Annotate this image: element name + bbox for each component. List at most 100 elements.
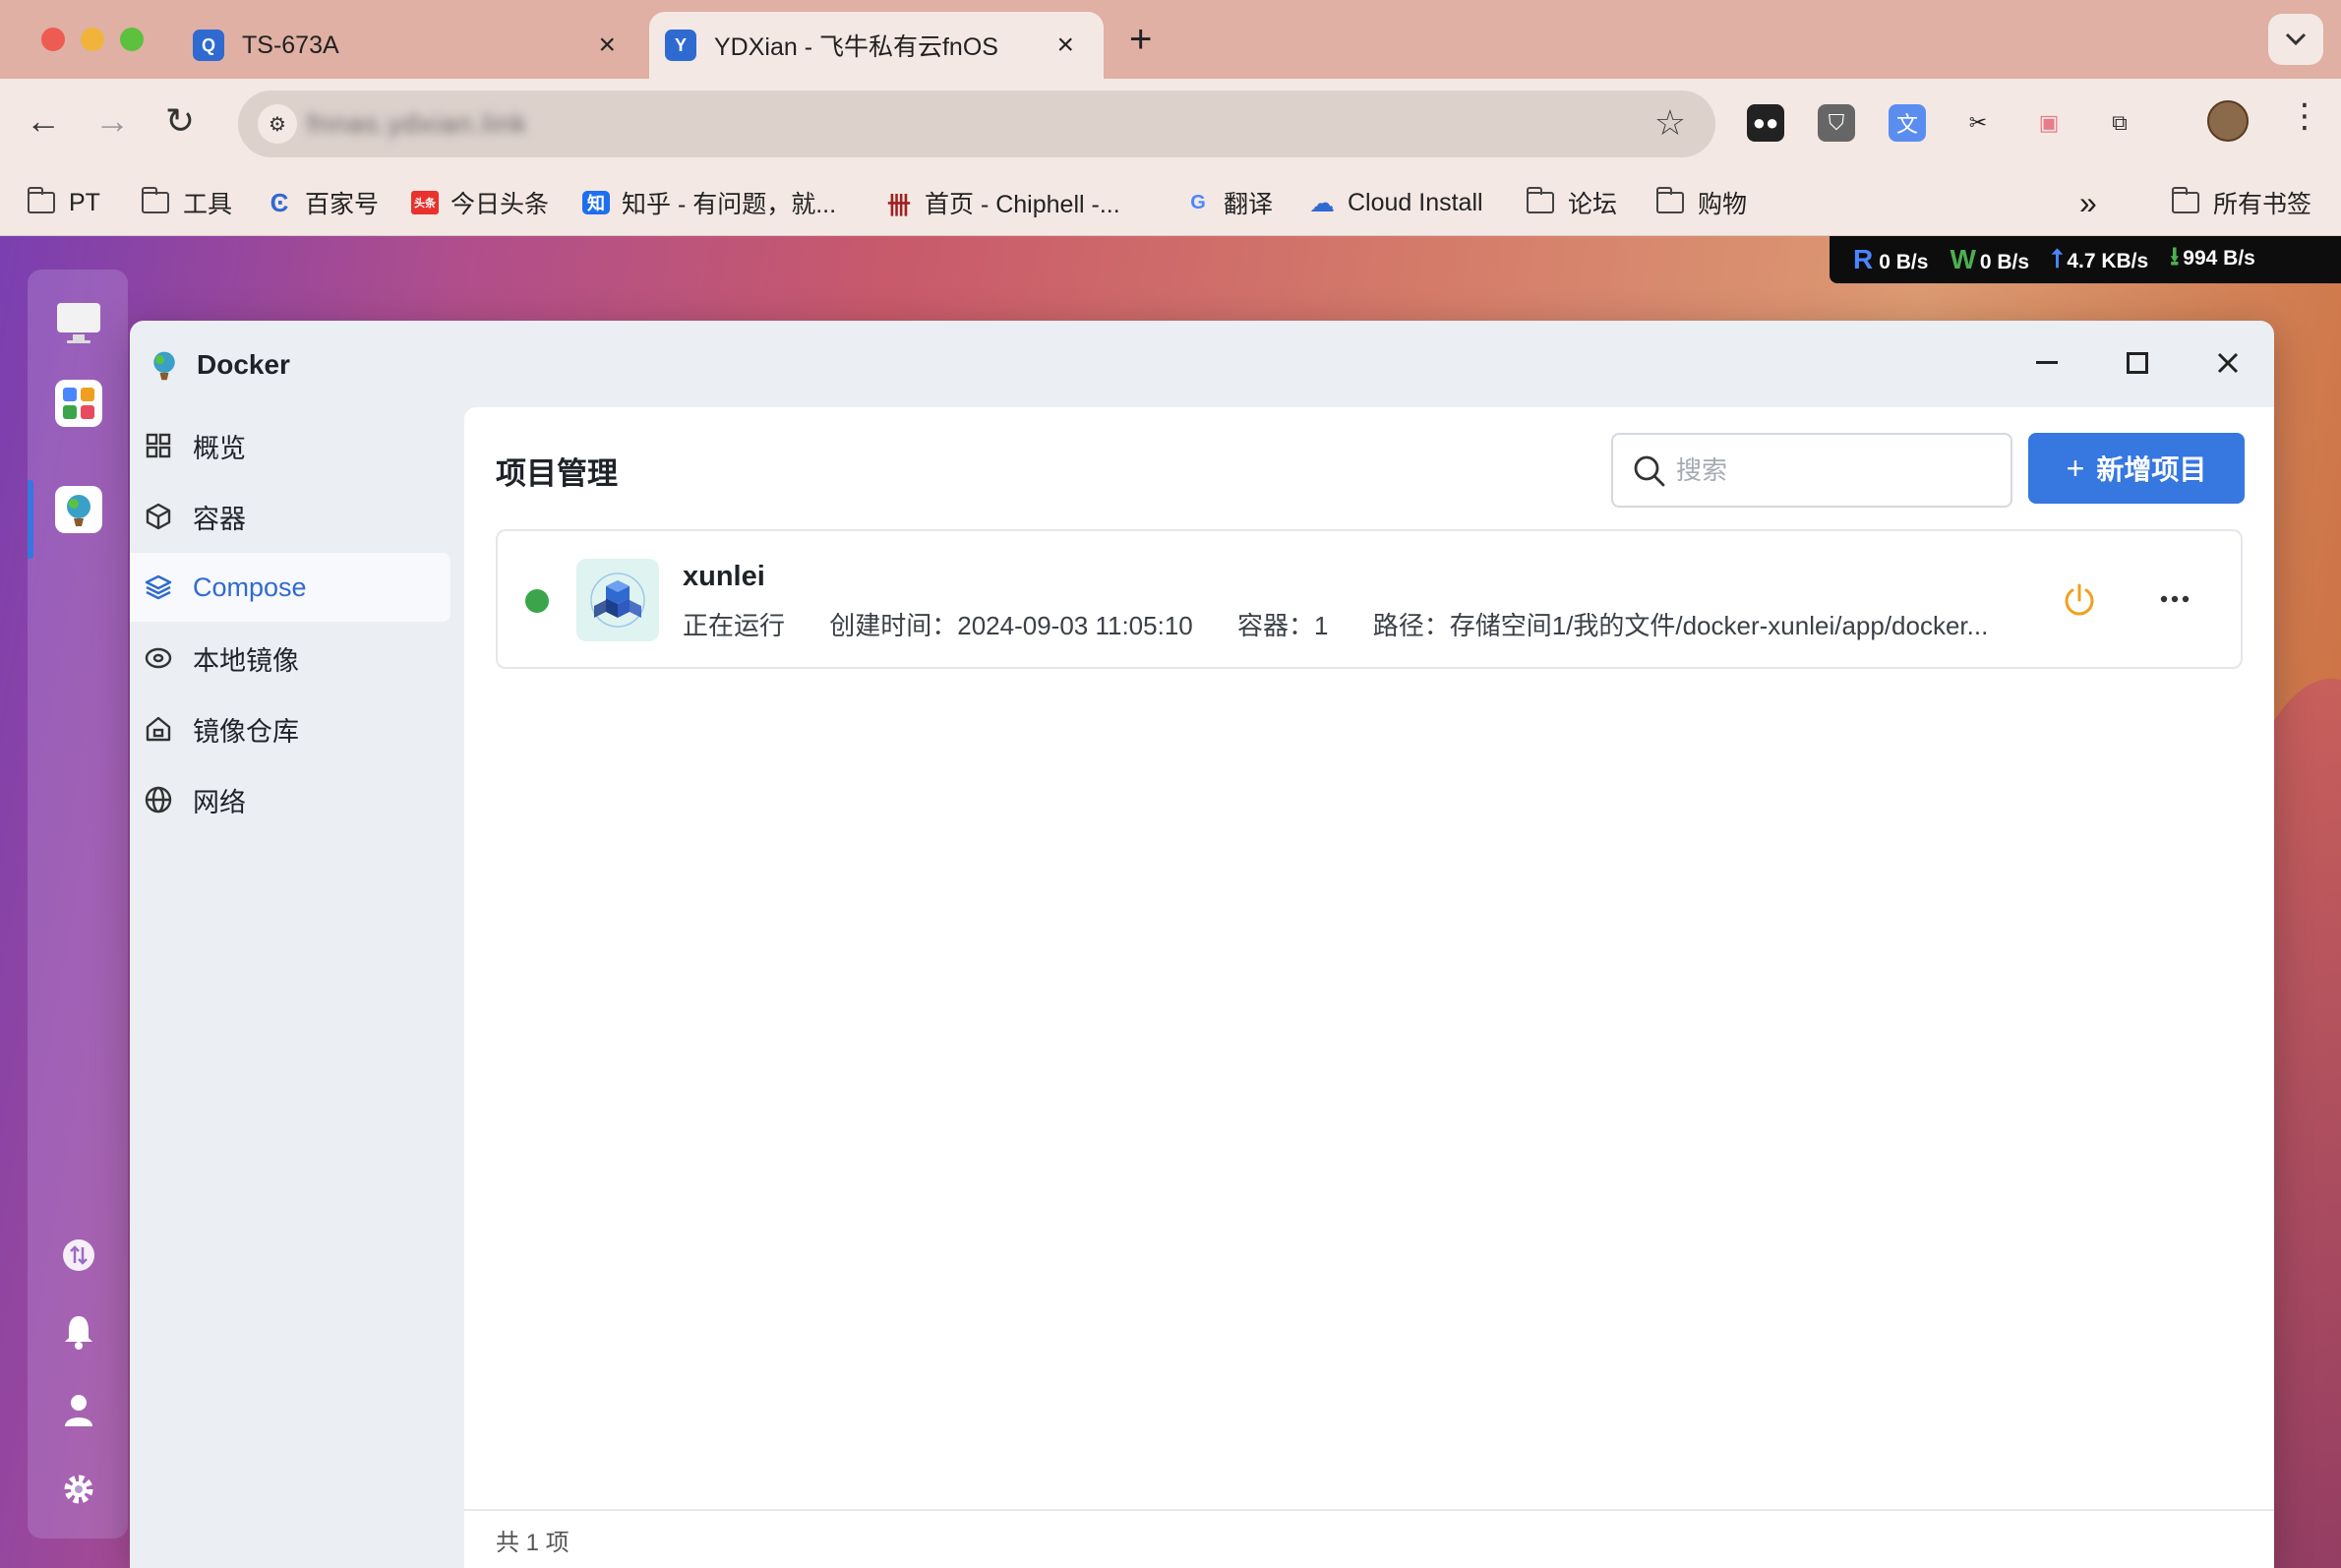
extension-shield-icon[interactable]: ⛉ bbox=[1818, 104, 1855, 142]
more-actions-button[interactable] bbox=[2150, 574, 2199, 624]
more-bookmarks-button[interactable]: » bbox=[2079, 183, 2097, 222]
bookmark-item[interactable]: 论坛 bbox=[1527, 183, 1617, 222]
back-button[interactable]: ← bbox=[26, 100, 61, 142]
nav-label: 本地镜像 bbox=[193, 645, 299, 676]
window-zoom-button[interactable] bbox=[120, 28, 144, 51]
tab-search-button[interactable] bbox=[2268, 14, 2323, 65]
translate-icon: G bbox=[1190, 191, 1206, 213]
browser-tab[interactable]: Q TS-673A × bbox=[193, 12, 645, 79]
bookmark-label: 工具 bbox=[183, 191, 233, 218]
nav-containers[interactable]: 容器 bbox=[130, 482, 450, 551]
bookmark-item[interactable]: ☁ Cloud Install bbox=[1308, 183, 1483, 222]
search-icon bbox=[1634, 455, 1665, 487]
close-icon[interactable]: × bbox=[598, 29, 616, 62]
network-stats-widget: R0 B/s W0 B/s ⭡ 4.7 KB/s ⭳ 994 B/s bbox=[1830, 236, 2341, 283]
window-close-button[interactable] bbox=[41, 28, 65, 51]
bookmark-item[interactable]: 知知乎 - 有问题，就... bbox=[582, 183, 836, 222]
address-bar[interactable]: ⚙ fnnas.ydxian.link ☆ bbox=[238, 90, 1715, 157]
browser-menu-button[interactable]: ⋮ bbox=[2288, 96, 2321, 136]
bookmark-item[interactable]: 头条 今日头条 bbox=[411, 183, 549, 222]
page-title: 项目管理 bbox=[496, 456, 618, 491]
folder-icon bbox=[28, 187, 55, 213]
url-text: fnnas.ydxian.link bbox=[307, 108, 528, 139]
new-tab-button[interactable]: + bbox=[1129, 18, 1152, 62]
maximize-button[interactable] bbox=[2113, 338, 2162, 388]
bookmark-label: 翻译 bbox=[1224, 191, 1274, 218]
profile-avatar[interactable] bbox=[2207, 100, 2249, 142]
download-value: 994 B/s bbox=[2183, 247, 2255, 270]
browser-tab-active[interactable]: Y YDXian - 飞牛私有云fnOS × bbox=[649, 12, 1104, 79]
project-meta: 正在运行 创建时间：2024-09-03 11:05:10 容器：1 路径：存储… bbox=[683, 606, 2025, 642]
upload-value: 4.7 KB/s bbox=[2067, 250, 2149, 272]
site-info-icon[interactable]: ⚙ bbox=[258, 104, 297, 144]
search-box[interactable] bbox=[1611, 433, 2012, 508]
bookmark-item[interactable]: 工具 bbox=[142, 183, 232, 222]
forward-button[interactable]: → bbox=[94, 100, 130, 142]
extensions-puzzle-icon[interactable]: ⧉ bbox=[2101, 104, 2138, 142]
nav-overview[interactable]: 概览 bbox=[130, 411, 450, 480]
layers-icon bbox=[144, 573, 173, 602]
plus-icon: + bbox=[2066, 450, 2085, 486]
project-name: xunlei bbox=[683, 561, 765, 592]
bell-icon[interactable] bbox=[57, 1310, 100, 1354]
nav-network[interactable]: 网络 bbox=[130, 765, 450, 834]
folder-icon bbox=[2172, 187, 2199, 213]
user-icon[interactable] bbox=[57, 1389, 100, 1432]
upload-arrow-icon: ⭡ bbox=[2051, 244, 2064, 273]
browser-toolbar: ← → ↻ ⚙ fnnas.ydxian.link ☆ ●● ⛉ 文 ✂ ▣ ⧉… bbox=[0, 79, 2341, 169]
bookmark-item[interactable]: 卌首页 - Chiphell -... bbox=[885, 183, 1120, 222]
docker-app-icon[interactable] bbox=[55, 486, 102, 533]
project-created: 创建时间：2024-09-03 11:05:10 bbox=[829, 611, 1193, 640]
baijiahao-icon: Ͼ bbox=[270, 187, 289, 217]
extension-scissors-icon[interactable]: ✂ bbox=[1959, 104, 1997, 142]
transfer-icon[interactable] bbox=[57, 1234, 100, 1277]
tab-title: TS-673A bbox=[242, 30, 339, 59]
download-arrow-icon: ⭳ bbox=[2170, 241, 2180, 271]
minimize-button[interactable] bbox=[2022, 338, 2071, 388]
list-footer: 共 1 项 bbox=[464, 1509, 2274, 1568]
add-project-label: 新增项目 bbox=[2096, 454, 2207, 485]
browser-tab-bar: Q TS-673A × Y YDXian - 飞牛私有云fnOS × + bbox=[0, 0, 2341, 79]
bookmark-label: 今日头条 bbox=[450, 191, 550, 218]
bookmark-item[interactable]: G 翻译 bbox=[1184, 183, 1273, 222]
cloud-icon: ☁ bbox=[1309, 187, 1335, 217]
nav-label: Compose bbox=[193, 572, 307, 602]
folder-icon bbox=[1656, 187, 1684, 213]
write-value: 0 B/s bbox=[1979, 251, 2030, 273]
bookmark-item[interactable]: 购物 bbox=[1656, 183, 1747, 222]
read-value: 0 B/s bbox=[1879, 251, 1929, 273]
bookmark-item[interactable]: Ͼ 百家号 bbox=[266, 183, 379, 222]
bookmark-item[interactable]: PT bbox=[28, 183, 100, 222]
active-app-indicator bbox=[28, 480, 33, 559]
extension-tv-icon[interactable]: ▣ bbox=[2030, 104, 2068, 142]
gear-icon[interactable] bbox=[57, 1468, 100, 1511]
folder-icon bbox=[142, 187, 169, 213]
download-stat: ⭳ 994 B/s bbox=[2170, 238, 2255, 281]
bookmark-star-icon[interactable]: ☆ bbox=[1654, 102, 1686, 144]
add-project-button[interactable]: + 新增项目 bbox=[2028, 433, 2245, 504]
all-bookmarks-folder[interactable]: 所有书签 bbox=[2172, 183, 2311, 222]
project-row[interactable]: xunlei 正在运行 创建时间：2024-09-03 11:05:10 容器：… bbox=[496, 529, 2243, 669]
nav-image-registry[interactable]: 镜像仓库 bbox=[130, 694, 450, 763]
nav-local-images[interactable]: 本地镜像 bbox=[130, 624, 450, 693]
close-button[interactable] bbox=[2203, 338, 2252, 388]
tab-title: YDXian - 飞牛私有云fnOS bbox=[714, 33, 998, 61]
window-minimize-button[interactable] bbox=[81, 28, 104, 51]
search-input[interactable] bbox=[1676, 449, 1991, 492]
toutiao-icon: 头条 bbox=[411, 191, 439, 214]
close-icon bbox=[2217, 352, 2239, 374]
bookmark-label: 百家号 bbox=[305, 191, 380, 218]
power-button[interactable] bbox=[2060, 580, 2099, 620]
chiphell-icon: 卌 bbox=[887, 192, 911, 219]
nav-compose[interactable]: Compose bbox=[130, 553, 450, 622]
extension-eyes-icon[interactable]: ●● bbox=[1747, 104, 1784, 142]
desktop-monitor-icon[interactable] bbox=[55, 299, 102, 346]
write-label: W bbox=[1950, 244, 1976, 274]
read-label: R bbox=[1853, 244, 1874, 274]
nav-label: 镜像仓库 bbox=[193, 716, 299, 747]
reload-button[interactable]: ↻ bbox=[165, 100, 195, 142]
close-icon[interactable]: × bbox=[1056, 29, 1074, 62]
app-center-icon[interactable] bbox=[55, 380, 102, 427]
disk-read-stat: R0 B/s bbox=[1853, 244, 1928, 275]
extension-translate-icon[interactable]: 文 bbox=[1889, 104, 1926, 142]
